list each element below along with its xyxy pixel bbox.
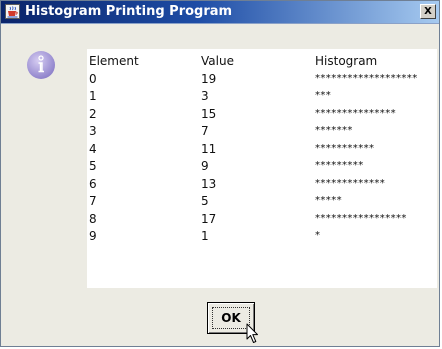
element-cell: 3 [89,124,97,138]
value-cell: 13 [201,176,217,191]
java-cup-icon [5,4,20,19]
value-cell: 3 [201,89,209,103]
element-cell: 7 [89,194,97,208]
value-cell: 11 [201,141,217,156]
element-cell: 1 [89,89,97,103]
histogram-cell: ******* [315,125,353,136]
element-cell: 2 [89,106,97,121]
element-cell: 0 [89,71,97,86]
value-cell: 19 [201,71,217,86]
histogram-cell: *************** [315,107,396,119]
dialog-body: Element Value Histogram 0 19 *************… [1,24,439,346]
header-element: Element [89,54,139,68]
header-value: Value [201,54,234,68]
histogram-cell: ***** [315,195,342,206]
window-title: Histogram Printing Program [25,4,233,19]
value-cell: 5 [201,194,209,208]
value-cell: 7 [201,124,209,138]
element-cell: 5 [89,159,97,173]
header-histogram: Histogram [315,54,378,68]
dialog-window: Histogram Printing Program X Element Val… [0,0,440,347]
histogram-cell: ************* [315,177,386,189]
ok-label: OK [221,311,241,325]
element-cell: 4 [89,141,97,156]
value-cell: 17 [201,211,217,226]
title-bar[interactable]: Histogram Printing Program X [1,1,439,24]
histogram-table: Element Value Histogram 0 19 *************… [87,49,437,288]
value-cell: 15 [201,106,217,121]
element-cell: 6 [89,176,97,191]
value-cell: 1 [201,229,209,243]
histogram-cell: *** [315,90,332,101]
element-cell: 9 [89,229,97,243]
histogram-cell: ******************* [315,72,418,84]
close-icon: X [424,5,432,17]
value-cell: 9 [201,159,209,173]
histogram-cell: * [315,230,321,241]
info-icon [27,51,55,79]
histogram-cell: *********** [315,142,375,154]
element-cell: 8 [89,211,97,226]
close-button[interactable]: X [420,4,436,19]
mouse-pointer-icon [246,323,258,343]
histogram-cell: ***************** [315,212,407,224]
histogram-cell: ********* [315,160,364,171]
